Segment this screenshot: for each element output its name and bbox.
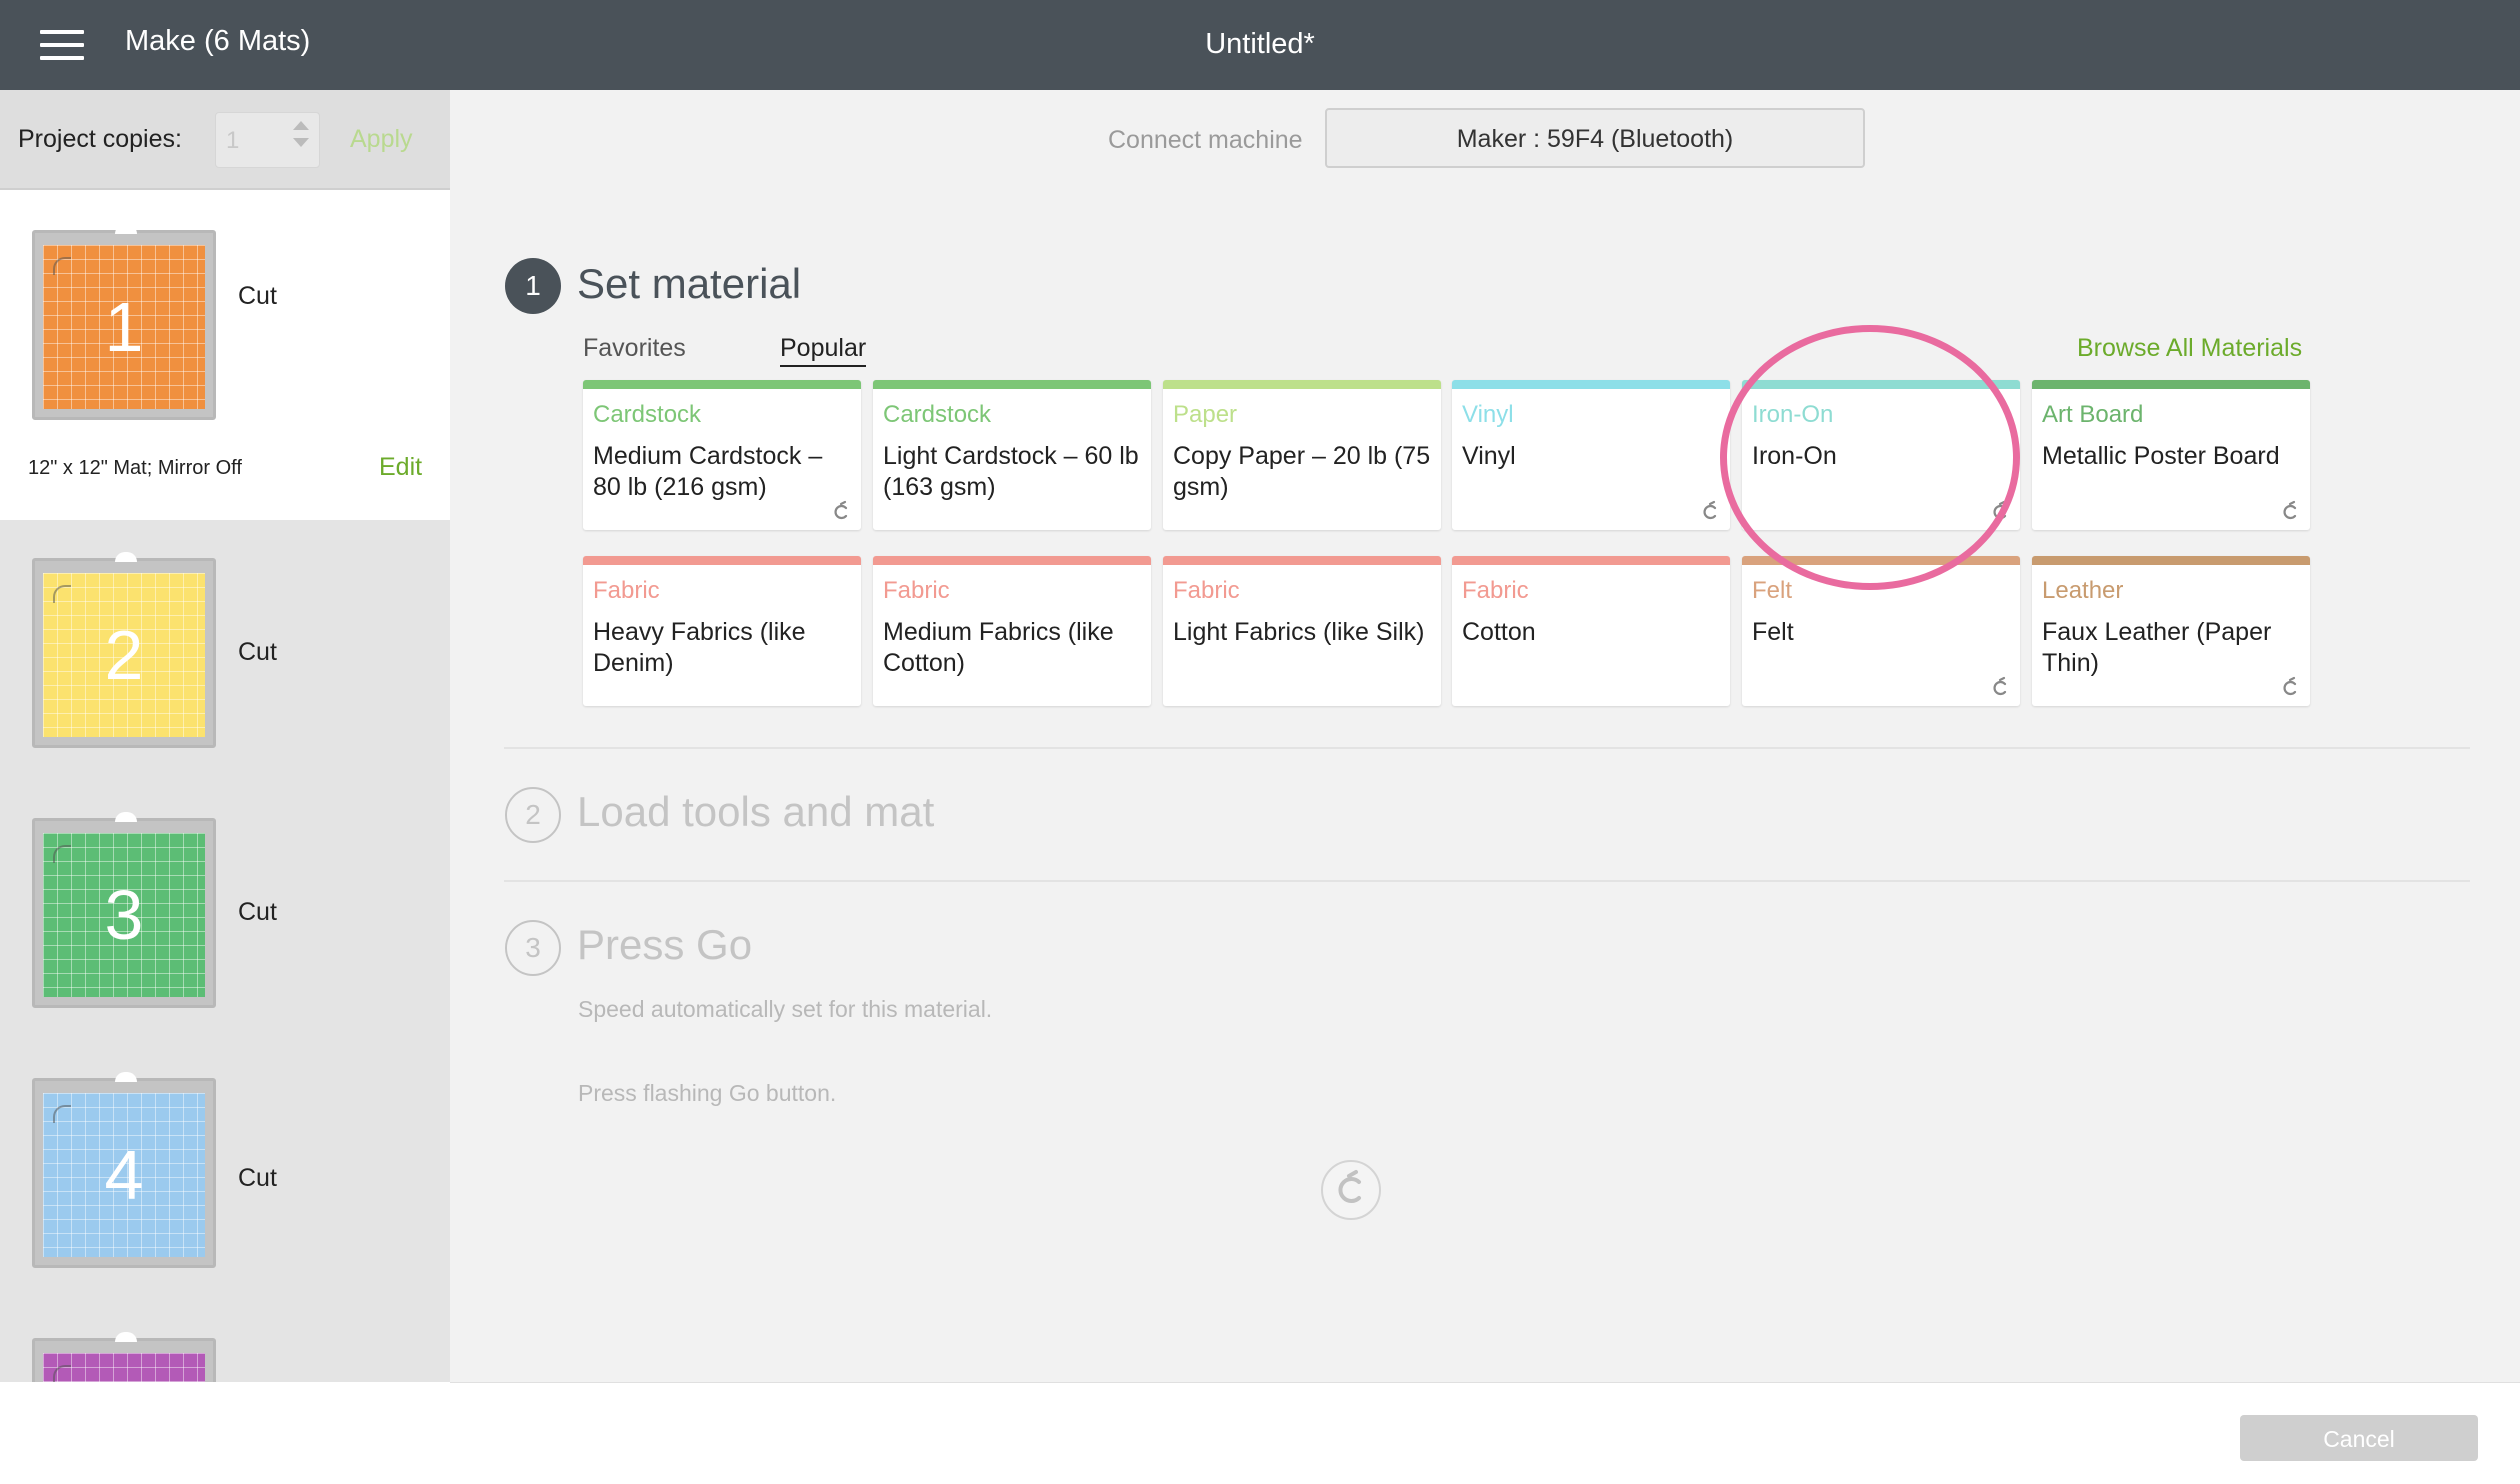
- material-name: Metallic Poster Board: [2042, 442, 2280, 470]
- footer-bar: Cancel: [450, 1382, 2520, 1484]
- step-2-badge: 2: [505, 787, 561, 843]
- step-2-title: Load tools and mat: [577, 788, 935, 835]
- material-category: Leather: [2042, 577, 2124, 604]
- material-name: Light Cardstock – 60 lb (163 gsm): [883, 442, 1139, 501]
- cricut-c-icon: [2283, 500, 2297, 520]
- mat-mode-label: Cut: [238, 1164, 277, 1192]
- material-category: Paper: [1173, 401, 1238, 428]
- tab-popular[interactable]: Popular: [780, 334, 867, 367]
- material-name: Vinyl: [1462, 442, 1516, 470]
- mats-sidebar: Project copies: 1 Apply 1 Cut 12" x 12" …: [0, 90, 450, 1484]
- document-title: Untitled*: [1205, 28, 1315, 60]
- mat-number: 3: [104, 876, 144, 954]
- browse-all-materials-link[interactable]: Browse All Materials: [2077, 334, 2302, 363]
- material-category: Cardstock: [883, 401, 992, 428]
- apply-button[interactable]: Apply: [350, 125, 413, 154]
- mat-thumbnail[interactable]: 3: [32, 812, 216, 1008]
- material-category: Art Board: [2042, 401, 2144, 428]
- tab-favorites[interactable]: Favorites: [583, 334, 686, 363]
- mat-mode-label: Cut: [238, 898, 277, 926]
- cricut-c-icon: [1993, 676, 2007, 696]
- material-name: Medium Cardstock – 80 lb (216 gsm): [593, 442, 823, 501]
- material-name: Faux Leather (Paper Thin): [2042, 618, 2272, 677]
- material-name: Felt: [1752, 618, 1794, 646]
- material-name: Copy Paper – 20 lb (75 gsm): [1173, 442, 1431, 501]
- app-header: Make (6 Mats) Untitled*: [0, 0, 2520, 90]
- mat-preview-fill: 3: [43, 833, 205, 997]
- material-category: Vinyl: [1462, 401, 1514, 428]
- material-tile[interactable]: Fabric Heavy Fabrics (like Denim): [583, 556, 861, 706]
- cricut-c-icon: [1993, 500, 2007, 520]
- material-name: Light Fabrics (like Silk): [1173, 618, 1425, 646]
- mat-preview-fill: 4: [43, 1093, 205, 1257]
- speed-note: Speed automatically set for this materia…: [578, 996, 993, 1022]
- material-tile[interactable]: Fabric Medium Fabrics (like Cotton): [873, 556, 1151, 706]
- material-tile[interactable]: Cardstock Medium Cardstock – 80 lb (216 g…: [583, 380, 861, 530]
- step-3-badge: 3: [505, 920, 561, 976]
- mat-item-3[interactable]: 3 Cut: [0, 780, 450, 1040]
- mat-thumbnail[interactable]: 4: [32, 1072, 216, 1268]
- material-name: Cotton: [1462, 618, 1536, 646]
- make-screen-main: Connect machine Maker : 59F4 (Bluetooth)…: [450, 90, 2520, 1382]
- material-tile[interactable]: Iron-On Iron-On: [1742, 380, 2020, 530]
- project-copies-value: 1: [226, 127, 240, 154]
- cancel-button[interactable]: Cancel: [2240, 1415, 2478, 1461]
- machine-select-button[interactable]: Maker : 59F4 (Bluetooth): [1325, 108, 1865, 168]
- material-tile[interactable]: Paper Copy Paper – 20 lb (75 gsm): [1163, 380, 1441, 530]
- mat-info: 12" x 12" Mat; Mirror Off: [28, 457, 242, 479]
- material-name: Iron-On: [1752, 442, 1837, 470]
- step-1-title: Set material: [577, 260, 802, 307]
- mat-mode-label: Cut: [238, 282, 277, 310]
- mat-item-2[interactable]: 2 Cut: [0, 520, 450, 780]
- material-tile[interactable]: Cardstock Light Cardstock – 60 lb (163 gs…: [873, 380, 1151, 530]
- material-name: Medium Fabrics (like Cotton): [883, 618, 1114, 677]
- connect-machine-label: Connect machine: [1108, 126, 1303, 154]
- mat-preview-fill: 1: [43, 245, 205, 409]
- project-copies-stepper[interactable]: 1: [215, 112, 320, 168]
- project-copies-bar: Project copies: 1 Apply: [0, 90, 450, 190]
- sidebar-footer: [0, 1382, 450, 1484]
- material-category: Fabric: [593, 577, 660, 604]
- mat-item-1[interactable]: 1 Cut 12" x 12" Mat; Mirror Off Edit: [0, 190, 450, 520]
- material-tile[interactable]: Leather Faux Leather (Paper Thin): [2032, 556, 2310, 706]
- material-category: Felt: [1752, 577, 1793, 604]
- mat-preview-fill: 2: [43, 573, 205, 737]
- project-copies-label: Project copies:: [18, 125, 182, 153]
- go-button-icon: [1321, 1160, 1381, 1220]
- material-category: Fabric: [1462, 577, 1529, 604]
- material-tile[interactable]: Fabric Light Fabrics (like Silk): [1163, 556, 1441, 706]
- material-category: Iron-On: [1752, 401, 1834, 428]
- material-tile[interactable]: Vinyl Vinyl: [1452, 380, 1730, 530]
- cricut-c-icon: [834, 500, 848, 520]
- step-3-title: Press Go: [577, 921, 753, 968]
- material-tile[interactable]: Fabric Cotton: [1452, 556, 1730, 706]
- mat-thumbnail[interactable]: 2: [32, 552, 216, 748]
- edit-mat-link[interactable]: Edit: [379, 453, 422, 482]
- stepper-arrows-icon[interactable]: [293, 121, 311, 161]
- cricut-c-icon: [1703, 500, 1717, 520]
- section-divider: [504, 747, 2470, 749]
- material-category: Fabric: [1173, 577, 1240, 604]
- material-category: Fabric: [883, 577, 950, 604]
- material-name: Heavy Fabrics (like Denim): [593, 618, 806, 677]
- step-1-badge: 1: [505, 258, 561, 314]
- mat-mode-label: Cut: [238, 638, 277, 666]
- mat-number: 1: [104, 288, 144, 366]
- mat-number: 4: [104, 1136, 144, 1214]
- mat-number: 2: [104, 616, 144, 694]
- mat-item-4[interactable]: 4 Cut: [0, 1040, 450, 1300]
- material-tile[interactable]: Felt Felt: [1742, 556, 2020, 706]
- section-divider: [504, 880, 2470, 882]
- go-button-note: Press flashing Go button.: [578, 1080, 837, 1106]
- cricut-c-icon: [2283, 676, 2297, 696]
- mat-thumbnail[interactable]: 1: [32, 224, 216, 420]
- material-tile[interactable]: Art Board Metallic Poster Board: [2032, 380, 2310, 530]
- material-category: Cardstock: [593, 401, 702, 428]
